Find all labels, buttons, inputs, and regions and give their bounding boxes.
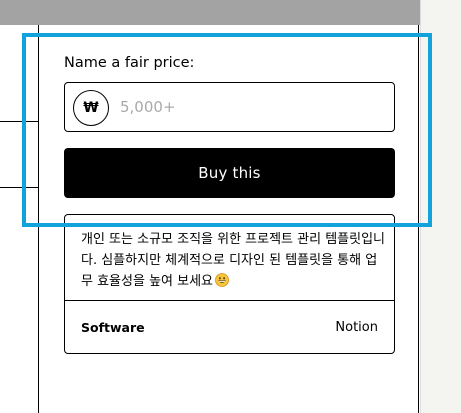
top-bar — [0, 0, 420, 25]
right-column-border — [418, 25, 419, 413]
grinning-face-icon — [215, 273, 229, 287]
price-placeholder: 5,000+ — [120, 98, 176, 116]
spec-software-label: Software — [81, 320, 145, 335]
price-input[interactable]: ₩ 5,000+ — [64, 82, 395, 132]
left-column-border — [38, 25, 39, 413]
product-description-text: 개인 또는 소규모 조직을 위한 프로젝트 관리 템플릿입니다. 심플하지만 체… — [81, 232, 386, 289]
price-label: Name a fair price: — [64, 55, 195, 71]
spec-software-value: Notion — [335, 320, 378, 335]
product-description: 개인 또는 소규모 조직을 위한 프로젝트 관리 템플릿입니다. 심플하지만 체… — [81, 229, 386, 292]
won-currency-icon: ₩ — [73, 90, 109, 126]
buy-button[interactable]: Buy this — [64, 148, 395, 198]
left-divider — [0, 121, 38, 122]
card-divider — [65, 300, 394, 301]
left-divider — [0, 187, 38, 188]
product-info-card: 개인 또는 소규모 조직을 위한 프로젝트 관리 템플릿입니다. 심플하지만 체… — [64, 214, 395, 354]
right-side-panel — [420, 0, 461, 413]
